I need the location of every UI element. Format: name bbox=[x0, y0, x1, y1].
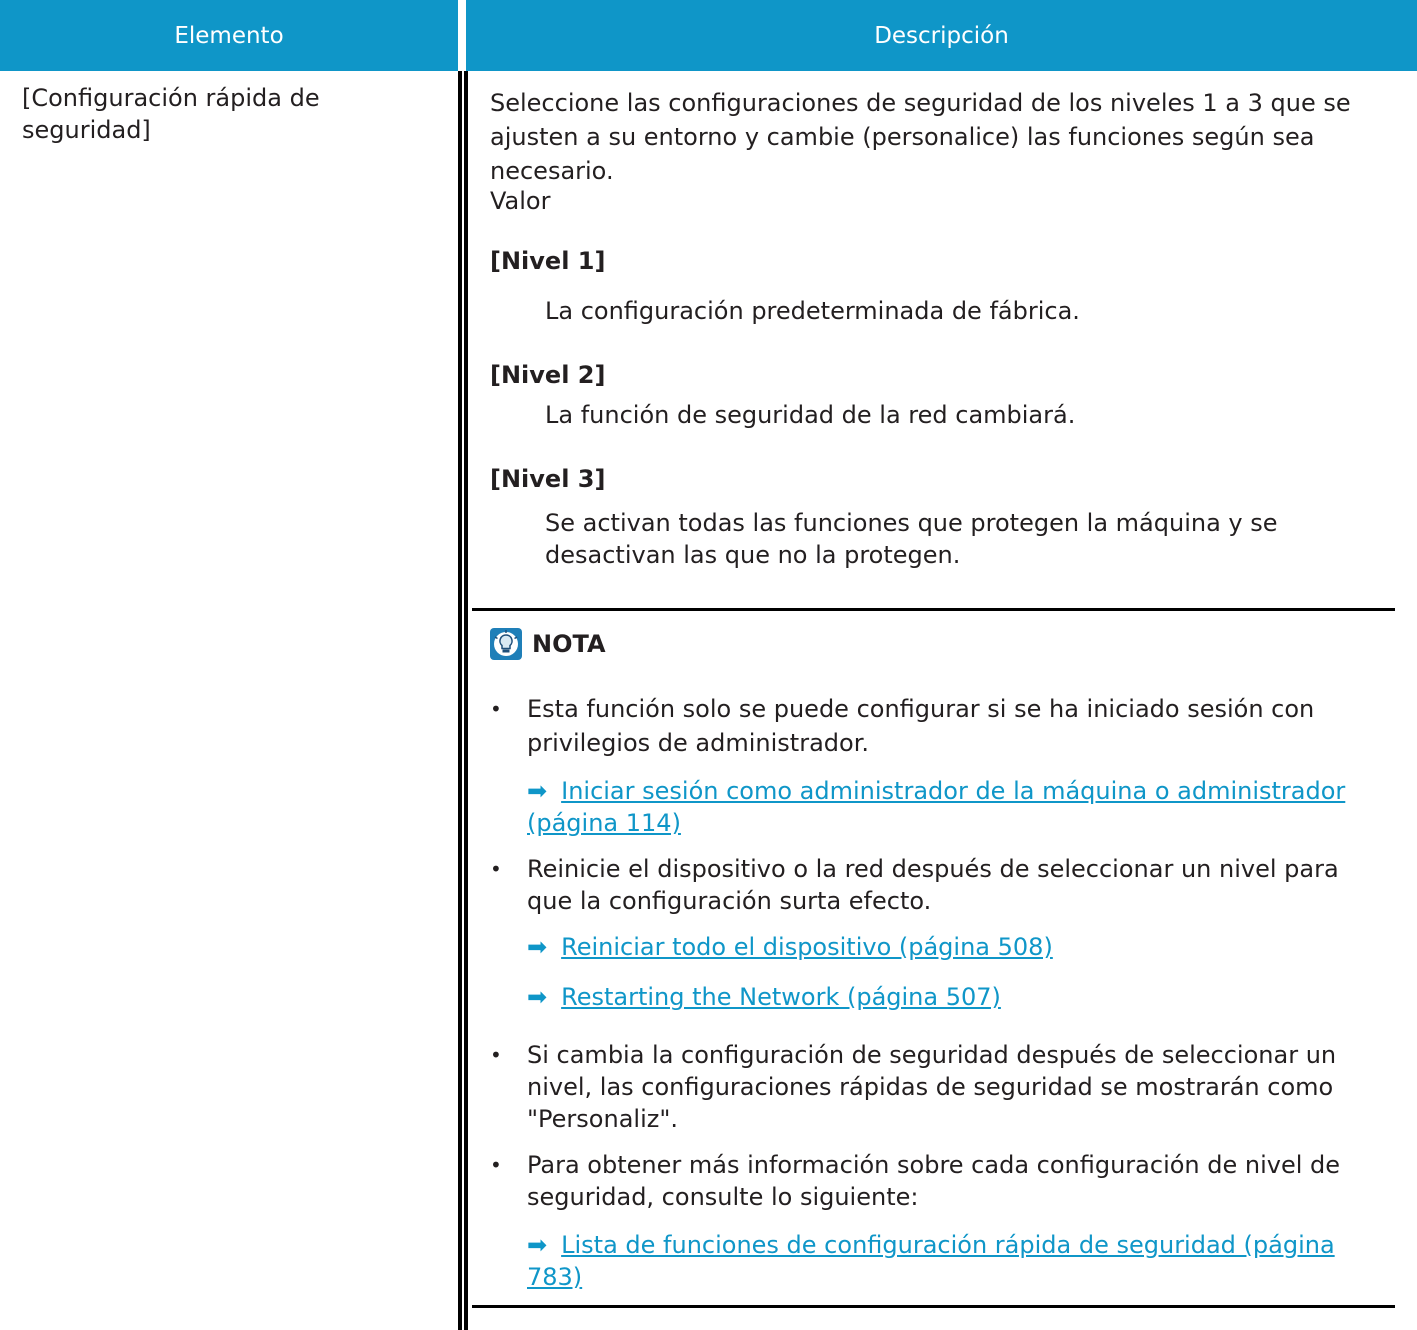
note-bullet-2-line2: que la configuración surta efecto. bbox=[527, 887, 932, 915]
link-admin-login-page[interactable]: (página 114) bbox=[527, 807, 681, 839]
arrow-right-icon: ➡ bbox=[527, 983, 548, 1011]
note-bullet-4-line1: Para obtener más información sobre cada … bbox=[527, 1151, 1341, 1179]
description-intro-line3: necesario. bbox=[490, 157, 614, 185]
link-quick-security-list-text[interactable]: Lista de funciones de configuración rápi… bbox=[561, 1231, 1335, 1259]
note-bottom-rule bbox=[472, 1305, 1395, 1308]
link-restart-network-text[interactable]: Restarting the Network (página 507) bbox=[561, 983, 1001, 1011]
note-bullet-3-line1: Si cambia la configuración de seguridad … bbox=[527, 1041, 1337, 1069]
link-restart-device[interactable]: ➡ Reiniciar todo el dispositivo (página 5… bbox=[527, 931, 1053, 963]
link-quick-security-list[interactable]: ➡ Lista de funciones de configuración ráp… bbox=[527, 1229, 1335, 1261]
column-divider-right bbox=[464, 71, 468, 1330]
level-3-description-line1: Se activan todas las funciones que prote… bbox=[545, 509, 1278, 537]
note-top-rule bbox=[472, 608, 1395, 611]
description-intro-line1: Seleccione las configuraciones de seguri… bbox=[490, 89, 1351, 117]
arrow-right-icon: ➡ bbox=[527, 777, 548, 805]
column-divider-left bbox=[458, 71, 462, 1330]
note-bullet-4-line2: seguridad, consulte lo siguiente: bbox=[527, 1183, 919, 1211]
value-label: Valor bbox=[490, 187, 551, 215]
item-name-line2: seguridad] bbox=[22, 116, 151, 144]
item-name-line1: [Configuración rápida de bbox=[22, 84, 320, 112]
note-bullet-3-line2: nivel, las configuraciones rápidas de se… bbox=[527, 1073, 1334, 1101]
arrow-right-icon: ➡ bbox=[527, 1231, 548, 1259]
description-intro-line2: ajusten a su entorno y cambie (personali… bbox=[490, 123, 1315, 151]
link-quick-security-list-page[interactable]: 783) bbox=[527, 1261, 582, 1293]
note-title: NOTA bbox=[532, 630, 606, 658]
link-admin-login[interactable]: ➡ Iniciar sesión como administrador de la… bbox=[527, 775, 1345, 807]
level-2-description: La función de seguridad de la red cambia… bbox=[545, 401, 1076, 429]
level-1-description: La configuración predeterminada de fábri… bbox=[545, 297, 1080, 325]
lightbulb-icon bbox=[490, 628, 522, 660]
bullet-marker: • bbox=[490, 857, 502, 881]
bullet-marker: • bbox=[490, 1153, 502, 1177]
link-restart-network[interactable]: ➡ Restarting the Network (página 507) bbox=[527, 981, 1001, 1013]
level-2-name: [Nivel 2] bbox=[490, 361, 606, 389]
bullet-marker: • bbox=[490, 697, 502, 721]
column-header-elemento: Elemento bbox=[0, 0, 458, 71]
column-header-descripcion: Descripción bbox=[466, 0, 1417, 71]
level-1-name: [Nivel 1] bbox=[490, 247, 606, 275]
level-3-name: [Nivel 3] bbox=[490, 465, 606, 493]
note-bullet-1-line1: Esta función solo se puede configurar si… bbox=[527, 695, 1315, 723]
link-admin-login-text[interactable]: Iniciar sesión como administrador de la … bbox=[561, 777, 1345, 805]
level-3-description-line2: desactivan las que no la protegen. bbox=[545, 541, 961, 569]
note-bullet-3-line3: "Personaliz". bbox=[527, 1105, 678, 1133]
arrow-right-icon: ➡ bbox=[527, 933, 548, 961]
note-bullet-1-line2: privilegios de administrador. bbox=[527, 729, 869, 757]
link-restart-device-text[interactable]: Reiniciar todo el dispositivo (página 50… bbox=[561, 933, 1053, 961]
bullet-marker: • bbox=[490, 1043, 502, 1067]
note-bullet-2-line1: Reinicie el dispositivo o la red después… bbox=[527, 855, 1339, 883]
